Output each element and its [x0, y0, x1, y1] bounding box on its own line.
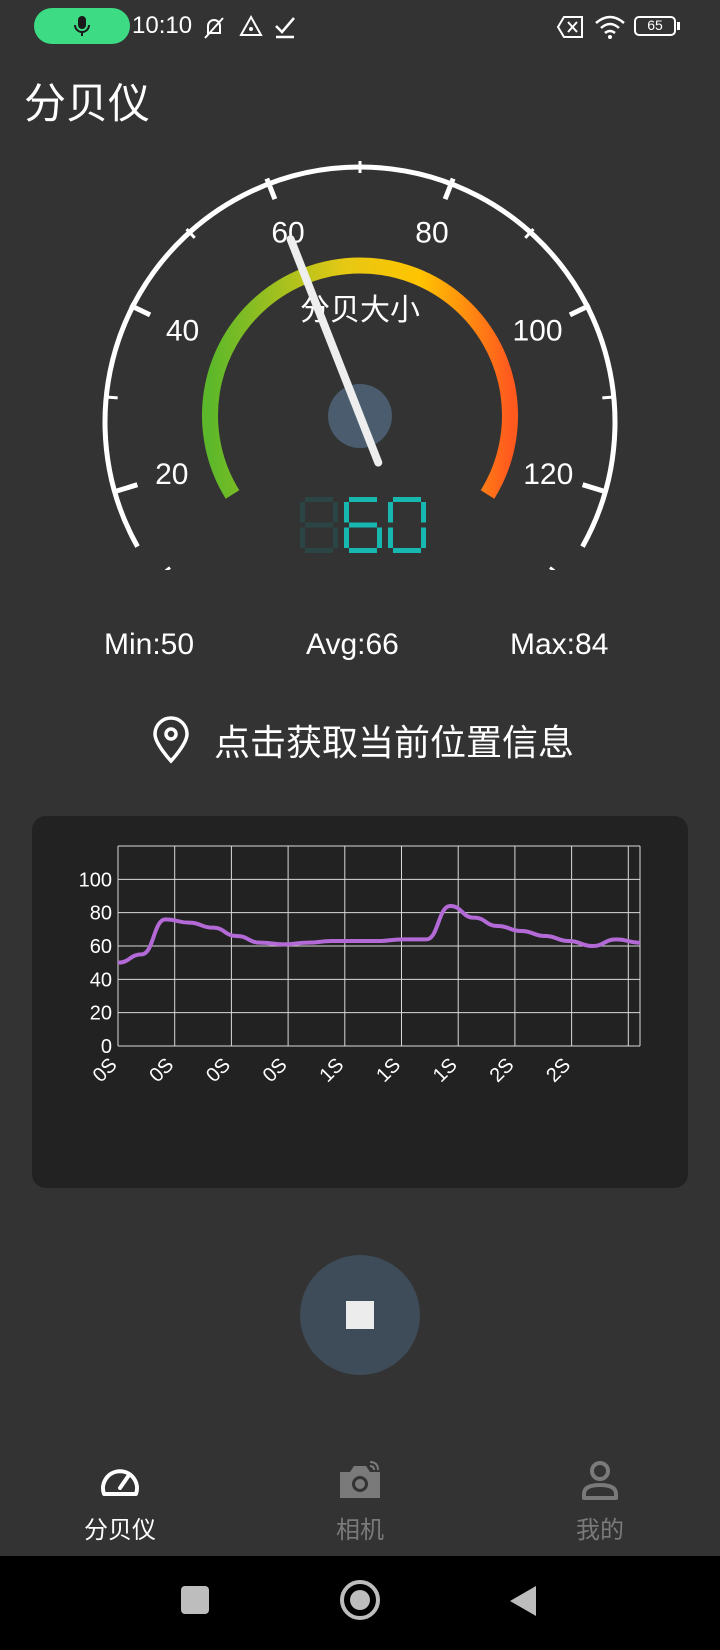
decibel-gauge: 020406080100120140 分贝大小	[102, 161, 618, 570]
gauge-tick-label: 40	[166, 315, 199, 348]
chart-y-tick-label: 60	[90, 936, 112, 958]
digit-segment	[333, 502, 338, 523]
bottom-nav: 分贝仪 相机 我的	[0, 1440, 720, 1556]
decibel-history-card: 0 20 40 60 80 100 0S 0S 0S 0S 1S 1S 1S 2S 2S	[32, 816, 688, 1188]
chart-x-tick-label: 0S	[89, 1054, 122, 1087]
location-pin-icon	[153, 716, 189, 764]
digit-segment	[305, 497, 333, 502]
digit-segment	[333, 527, 338, 548]
nav-label-mine: 我的	[576, 1516, 624, 1544]
gauge-major-tick	[581, 482, 605, 494]
battery-level: 65	[647, 17, 663, 33]
gauge-tick-label: 80	[415, 217, 448, 250]
camera-icon	[340, 1461, 380, 1498]
system-nav-bar	[0, 1556, 720, 1650]
chart-y-tick-label: 80	[90, 903, 112, 925]
page-title: 分贝仪	[24, 79, 151, 128]
person-icon	[582, 1461, 618, 1500]
digit-ghost	[300, 497, 338, 553]
chart-x-tick-label: 0S	[145, 1054, 178, 1087]
digit-segment	[349, 497, 377, 502]
status-time: 10:10	[132, 12, 193, 39]
status-bar: 10:10 65	[0, 0, 720, 56]
chart-x-tick-label: 2S	[486, 1054, 519, 1087]
nav-item-mine[interactable]: 我的	[480, 1440, 720, 1556]
digit-segment	[349, 548, 377, 553]
chart-x-tick-label: 0S	[259, 1054, 292, 1087]
digit-segment	[388, 502, 393, 523]
chart-x-tick-label: 2S	[542, 1054, 575, 1087]
nav-item-camera[interactable]: 相机	[240, 1440, 480, 1556]
nav-label-camera: 相机	[336, 1516, 384, 1544]
gauge-ticks	[105, 161, 615, 570]
gauge-minor-tick	[549, 566, 556, 570]
digit-segment	[349, 522, 377, 528]
gauge-minor-tick	[105, 395, 118, 400]
digit-segment	[344, 502, 349, 523]
drive-icon	[239, 14, 263, 36]
chart-x-tick-label: 1S	[429, 1054, 462, 1087]
gauge-minor-tick	[602, 395, 615, 400]
chart-y-tick-label: 40	[90, 969, 112, 991]
stat-max: Max:84	[510, 628, 609, 661]
bell-off-icon	[204, 17, 224, 39]
chart-x-tick-label: 1S	[372, 1054, 405, 1087]
decibel-history-chart: 020406080100 0S 0S 0S 0S 1S 1S 1S 2S 2S	[79, 845, 641, 1087]
battery-icon: 65	[634, 16, 676, 36]
sim-off-icon	[556, 16, 583, 38]
chart-y-tick-label: 20	[90, 1003, 112, 1025]
chart-x-tick-label: 1S	[315, 1054, 348, 1087]
wifi-icon	[595, 15, 625, 39]
digit-segment	[300, 527, 305, 548]
location-button[interactable]: 点击获取当前位置信息	[150, 710, 574, 770]
digit-ones	[388, 497, 426, 553]
stat-avg: Avg:66	[306, 628, 399, 661]
gauge-minor-tick	[164, 566, 171, 570]
recents-icon[interactable]	[181, 1586, 209, 1614]
speedometer-icon	[101, 1469, 139, 1496]
mic-icon	[74, 16, 90, 36]
digit-segment	[300, 502, 305, 523]
back-icon[interactable]	[508, 1584, 538, 1618]
digit-segment	[393, 548, 421, 553]
gauge-tick-label: 20	[155, 458, 188, 491]
nav-label-decibel: 分贝仪	[84, 1516, 156, 1544]
stat-min: Min:50	[104, 628, 195, 661]
digit-segment	[305, 548, 333, 553]
chart-x-tick-label: 0S	[202, 1054, 235, 1087]
mic-indicator[interactable]	[34, 8, 130, 44]
digit-tens	[344, 497, 382, 553]
digit-segment	[305, 522, 333, 528]
digit-segment	[421, 527, 426, 548]
stop-icon	[346, 1301, 374, 1329]
digit-segment	[344, 527, 349, 548]
record-stop-button[interactable]	[300, 1255, 420, 1375]
check-icon	[275, 17, 295, 39]
nav-item-decibel[interactable]: 分贝仪	[0, 1440, 240, 1556]
digit-segment	[388, 527, 393, 548]
location-text: 点击获取当前位置信息	[214, 723, 575, 764]
digit-segment	[377, 527, 382, 548]
gauge-tick-label: 60	[271, 217, 304, 250]
digit-segment	[421, 502, 426, 523]
gauge-major-tick	[115, 482, 139, 494]
gauge-tick-label: 120	[523, 458, 573, 491]
gauge-tick-label: 100	[512, 315, 562, 348]
digital-readout	[300, 497, 426, 553]
digit-segment	[393, 497, 421, 502]
battery-tip	[677, 22, 680, 30]
home-icon[interactable]	[340, 1580, 380, 1620]
chart-y-tick-label: 100	[79, 869, 112, 891]
